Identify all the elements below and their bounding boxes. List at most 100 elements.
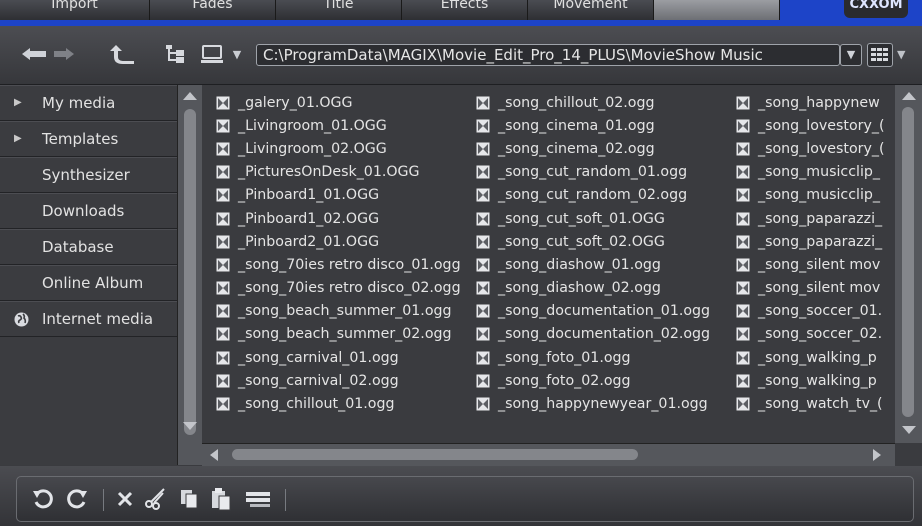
sidebar-item-my-media[interactable]: ▶ My media (0, 85, 177, 121)
group-icon[interactable] (243, 487, 273, 511)
audio-file-icon (476, 119, 490, 133)
scroll-up-icon[interactable] (178, 85, 202, 107)
file-item[interactable]: _song_cut_soft_01.OGG (476, 207, 710, 230)
separator (103, 489, 104, 511)
audio-file-icon (216, 235, 230, 249)
sidebar-item-downloads[interactable]: Downloads (0, 193, 177, 229)
sidebar-item-online-album[interactable]: Online Album (0, 265, 177, 301)
up-folder-icon[interactable] (110, 42, 136, 66)
file-item[interactable]: _song_foto_01.ogg (476, 346, 710, 369)
file-item[interactable]: _galery_01.OGG (216, 91, 461, 114)
scroll-thumb[interactable] (902, 107, 914, 417)
file-name: _song_watch_tv_( (758, 396, 883, 413)
file-item[interactable]: _song_soccer_02. (736, 323, 895, 346)
file-item[interactable]: _song_cut_random_01.ogg (476, 161, 710, 184)
file-item[interactable]: _song_silent mov (736, 253, 895, 276)
paste-icon[interactable] (209, 487, 233, 511)
sidebar-item-synthesizer[interactable]: Synthesizer (0, 157, 177, 193)
file-item[interactable]: _song_cinema_01.ogg (476, 114, 710, 137)
sidebar-item-templates[interactable]: ▶ Templates (0, 121, 177, 157)
expand-arrow-icon[interactable]: ▶ (14, 122, 22, 156)
scroll-thumb[interactable] (184, 109, 196, 435)
file-item[interactable]: _song_diashow_02.ogg (476, 277, 710, 300)
sidebar-item-internet-media[interactable]: Internet media (0, 301, 177, 337)
file-item[interactable]: _song_lovestory_( (736, 114, 895, 137)
scroll-down-icon[interactable] (178, 415, 202, 437)
file-item[interactable]: _Pinboard1_01.OGG (216, 184, 461, 207)
file-name: _song_paparazzi_ (758, 210, 883, 227)
file-item[interactable]: _song_70ies retro disco_02.ogg (216, 277, 461, 300)
file-item[interactable]: _song_watch_tv_( (736, 392, 895, 415)
file-item[interactable]: _song_documentation_01.ogg (476, 300, 710, 323)
tab-movement[interactable]: Movement (528, 0, 654, 20)
file-item[interactable]: _song_cut_random_02.ogg (476, 184, 710, 207)
brand-logo: CXXOM (844, 0, 908, 18)
view-mode-icon[interactable] (867, 43, 893, 67)
forward-arrow-icon[interactable] (52, 42, 76, 66)
sidebar-item-database[interactable]: Database (0, 229, 177, 265)
audio-file-icon (216, 142, 230, 156)
delete-icon[interactable] (113, 487, 137, 511)
file-item[interactable]: _Pinboard2_01.OGG (216, 230, 461, 253)
scroll-thumb[interactable] (232, 449, 638, 460)
file-name: _song_carnival_01.ogg (238, 349, 399, 366)
file-item[interactable]: _song_carnival_02.ogg (216, 369, 461, 392)
file-item[interactable]: _song_happynew (736, 91, 895, 114)
sidebar-scrollbar[interactable] (177, 85, 202, 465)
redo-icon[interactable] (65, 487, 89, 511)
audio-file-icon (216, 258, 230, 272)
file-item[interactable]: _song_soccer_01. (736, 300, 895, 323)
file-item[interactable]: _Pinboard1_02.OGG (216, 207, 461, 230)
copy-icon[interactable] (177, 487, 201, 511)
file-item[interactable]: _song_paparazzi_ (736, 230, 895, 253)
back-arrow-icon[interactable] (20, 42, 48, 66)
file-item[interactable]: _song_cut_soft_02.OGG (476, 230, 710, 253)
file-item[interactable]: _song_silent mov (736, 277, 895, 300)
tab-active[interactable] (654, 0, 780, 20)
file-name: _song_70ies retro disco_01.ogg (238, 256, 461, 273)
file-name: _song_cinema_01.ogg (498, 117, 655, 134)
file-item[interactable]: _Livingroom_01.OGG (216, 114, 461, 137)
file-item[interactable]: _song_diashow_01.ogg (476, 253, 710, 276)
scroll-down-icon[interactable] (895, 419, 922, 441)
folder-tree-icon[interactable] (164, 42, 186, 66)
view-dropdown-icon[interactable]: ▼ (897, 48, 905, 61)
tab-title[interactable]: Title (276, 0, 402, 20)
sidebar-item-label: Online Album (42, 274, 144, 292)
scroll-right-icon[interactable] (866, 444, 888, 466)
file-item[interactable]: _song_cinema_02.ogg (476, 137, 710, 160)
horizontal-scrollbar[interactable] (202, 443, 895, 466)
file-item[interactable]: _PicturesOnDesk_01.OGG (216, 161, 461, 184)
tab-fades[interactable]: Fades (150, 0, 276, 20)
tab-effects[interactable]: Effects (402, 0, 528, 20)
file-item[interactable]: _song_70ies retro disco_01.ogg (216, 253, 461, 276)
file-item[interactable]: _song_happynewyear_01.ogg (476, 392, 710, 415)
path-dropdown-icon[interactable]: ▼ (840, 44, 862, 66)
file-item[interactable]: _Livingroom_02.OGG (216, 137, 461, 160)
audio-file-icon (476, 258, 490, 272)
file-item[interactable]: _song_chillout_02.ogg (476, 91, 710, 114)
file-item[interactable]: _song_walking_p (736, 369, 895, 392)
file-item[interactable]: _song_musicclip_ (736, 184, 895, 207)
file-item[interactable]: _song_documentation_02.ogg (476, 323, 710, 346)
drive-dropdown-icon[interactable]: ▼ (230, 42, 244, 66)
file-item[interactable]: _song_musicclip_ (736, 161, 895, 184)
scroll-up-icon[interactable] (895, 85, 922, 107)
file-item[interactable]: _song_beach_summer_02.ogg (216, 323, 461, 346)
undo-icon[interactable] (31, 487, 55, 511)
expand-arrow-icon[interactable]: ▶ (14, 86, 22, 120)
tab-import[interactable]: Import (0, 0, 150, 20)
scroll-left-icon[interactable] (204, 444, 224, 466)
file-item[interactable]: _song_paparazzi_ (736, 207, 895, 230)
vertical-scrollbar[interactable] (895, 85, 922, 443)
path-field[interactable]: C:\ProgramData\MAGIX\Movie_Edit_Pro_14_P… (256, 44, 840, 66)
file-item[interactable]: _song_walking_p (736, 346, 895, 369)
file-item[interactable]: _song_lovestory_( (736, 137, 895, 160)
file-item[interactable]: _song_carnival_01.ogg (216, 346, 461, 369)
file-item[interactable]: _song_chillout_01.ogg (216, 392, 461, 415)
computer-icon[interactable] (200, 42, 226, 66)
cut-icon[interactable] (143, 487, 167, 511)
file-item[interactable]: _song_beach_summer_01.ogg (216, 300, 461, 323)
file-item[interactable]: _song_foto_02.ogg (476, 369, 710, 392)
audio-file-icon (736, 119, 750, 133)
